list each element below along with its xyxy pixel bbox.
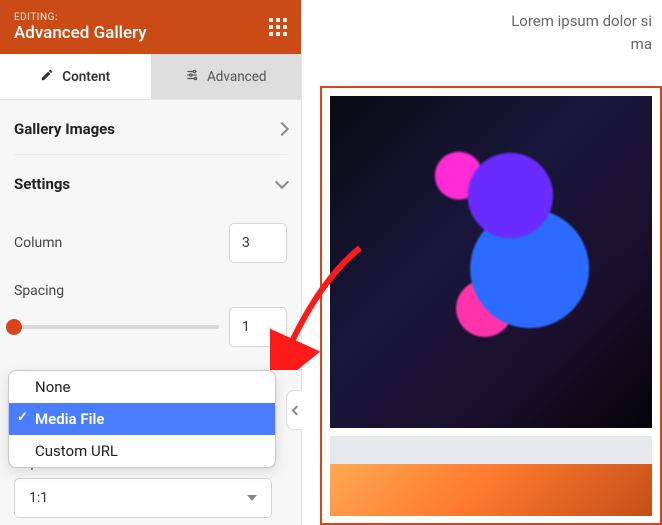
tabs: Content Advanced bbox=[0, 54, 301, 100]
app-root: EDITING: Advanced Gallery Content Advanc… bbox=[0, 0, 662, 525]
spacing-slider-row bbox=[14, 299, 287, 355]
gallery-image-2 bbox=[330, 436, 652, 516]
chevron-right-icon bbox=[275, 122, 289, 136]
tab-advanced[interactable]: Advanced bbox=[151, 54, 302, 99]
tab-advanced-label: Advanced bbox=[207, 69, 267, 85]
sliders-icon bbox=[185, 68, 199, 86]
editor-canvas: Lorem ipsum dolor si ma bbox=[302, 0, 662, 525]
link-to-dropdown[interactable]: None Media File Custom URL bbox=[8, 370, 276, 468]
collapse-sidebar-button[interactable] bbox=[286, 390, 302, 430]
spacing-input[interactable] bbox=[229, 307, 287, 347]
dropdown-option-none[interactable]: None bbox=[9, 371, 275, 403]
section-gallery-images[interactable]: Gallery Images bbox=[14, 100, 287, 155]
chevron-down-icon bbox=[275, 175, 289, 189]
dropdown-option-media-file[interactable]: Media File bbox=[9, 403, 275, 435]
tab-content[interactable]: Content bbox=[0, 54, 151, 99]
tab-content-label: Content bbox=[62, 69, 110, 85]
field-column: Column bbox=[14, 209, 287, 269]
dropdown-option-custom-url[interactable]: Custom URL bbox=[9, 435, 275, 467]
column-label: Column bbox=[14, 235, 62, 251]
panel-header: EDITING: Advanced Gallery bbox=[0, 0, 301, 54]
section-settings[interactable]: Settings bbox=[14, 155, 287, 209]
spacing-slider[interactable] bbox=[14, 325, 219, 329]
drag-handle-icon[interactable] bbox=[269, 18, 287, 36]
editor-sidebar: EDITING: Advanced Gallery Content Advanc… bbox=[0, 0, 302, 525]
slider-thumb[interactable] bbox=[6, 319, 22, 335]
column-input[interactable] bbox=[229, 223, 287, 263]
section-settings-label: Settings bbox=[14, 175, 70, 193]
aspect-ratio-select[interactable]: 1:1 bbox=[14, 478, 272, 518]
aspect-ratio-value: 1:1 bbox=[29, 490, 48, 506]
chevron-left-icon bbox=[291, 405, 301, 415]
section-gallery-images-label: Gallery Images bbox=[14, 120, 115, 138]
pencil-icon bbox=[40, 68, 54, 86]
spacing-label: Spacing bbox=[14, 283, 64, 299]
gallery-block[interactable] bbox=[320, 86, 662, 525]
panel-title: Advanced Gallery bbox=[14, 23, 147, 43]
lorem-text: Lorem ipsum dolor si ma bbox=[511, 10, 652, 55]
editing-label: EDITING: bbox=[14, 12, 147, 23]
gallery-image-1 bbox=[330, 96, 652, 436]
field-spacing: Spacing bbox=[14, 269, 287, 299]
caret-down-icon bbox=[247, 495, 257, 501]
